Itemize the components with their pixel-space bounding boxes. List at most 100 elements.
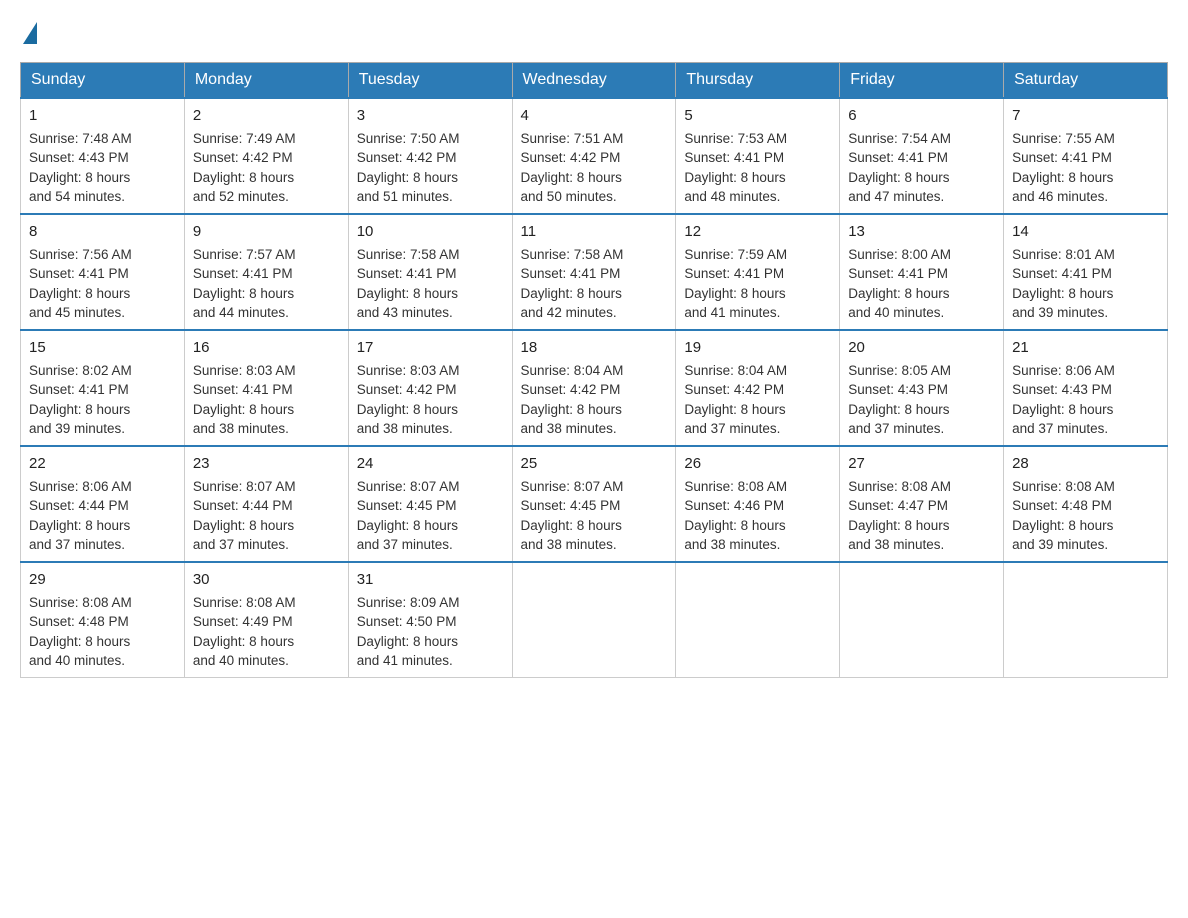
column-header-sunday: Sunday <box>21 63 185 99</box>
day-info: Sunrise: 7:48 AMSunset: 4:43 PMDaylight:… <box>29 131 132 205</box>
calendar-cell <box>512 562 676 678</box>
day-number: 30 <box>193 569 340 591</box>
calendar-table: SundayMondayTuesdayWednesdayThursdayFrid… <box>20 62 1168 678</box>
day-number: 17 <box>357 337 504 359</box>
calendar-cell: 21Sunrise: 8:06 AMSunset: 4:43 PMDayligh… <box>1004 330 1168 446</box>
day-info: Sunrise: 8:02 AMSunset: 4:41 PMDaylight:… <box>29 363 132 437</box>
calendar-cell: 23 Sunrise: 8:07 AMSunset: 4:44 PMDayligh… <box>184 446 348 562</box>
calendar-cell <box>676 562 840 678</box>
day-info: Sunrise: 8:09 AMSunset: 4:50 PMDaylight:… <box>357 595 460 669</box>
calendar-cell <box>840 562 1004 678</box>
week-row-5: 29Sunrise: 8:08 AMSunset: 4:48 PMDayligh… <box>21 562 1168 678</box>
day-info: Sunrise: 8:08 AMSunset: 4:48 PMDaylight:… <box>29 595 132 669</box>
header-row: SundayMondayTuesdayWednesdayThursdayFrid… <box>21 63 1168 99</box>
week-row-4: 22Sunrise: 8:06 AMSunset: 4:44 PMDayligh… <box>21 446 1168 562</box>
calendar-cell: 24 Sunrise: 8:07 AMSunset: 4:45 PMDayligh… <box>348 446 512 562</box>
day-info: Sunrise: 8:07 AMSunset: 4:44 PMDaylight:… <box>193 479 296 553</box>
day-info: Sunrise: 7:59 AMSunset: 4:41 PMDaylight:… <box>684 247 787 321</box>
day-number: 6 <box>848 105 995 127</box>
calendar-cell: 22Sunrise: 8:06 AMSunset: 4:44 PMDayligh… <box>21 446 185 562</box>
calendar-cell: 4 Sunrise: 7:51 AMSunset: 4:42 PMDaylight… <box>512 98 676 214</box>
calendar-cell: 12Sunrise: 7:59 AMSunset: 4:41 PMDayligh… <box>676 214 840 330</box>
day-number: 4 <box>521 105 668 127</box>
day-number: 13 <box>848 221 995 243</box>
day-number: 3 <box>357 105 504 127</box>
calendar-cell: 6 Sunrise: 7:54 AMSunset: 4:41 PMDaylight… <box>840 98 1004 214</box>
day-number: 9 <box>193 221 340 243</box>
day-info: Sunrise: 7:56 AMSunset: 4:41 PMDaylight:… <box>29 247 132 321</box>
calendar-cell: 8 Sunrise: 7:56 AMSunset: 4:41 PMDaylight… <box>21 214 185 330</box>
column-header-friday: Friday <box>840 63 1004 99</box>
day-info: Sunrise: 7:50 AMSunset: 4:42 PMDaylight:… <box>357 131 460 205</box>
calendar-cell: 11 Sunrise: 7:58 AMSunset: 4:41 PMDayligh… <box>512 214 676 330</box>
column-header-wednesday: Wednesday <box>512 63 676 99</box>
calendar-cell: 9 Sunrise: 7:57 AMSunset: 4:41 PMDaylight… <box>184 214 348 330</box>
calendar-cell: 15 Sunrise: 8:02 AMSunset: 4:41 PMDayligh… <box>21 330 185 446</box>
day-info: Sunrise: 7:55 AMSunset: 4:41 PMDaylight:… <box>1012 131 1115 205</box>
logo-triangle-icon <box>23 22 37 44</box>
page-header <box>20 20 1168 42</box>
day-info: Sunrise: 8:03 AMSunset: 4:41 PMDaylight:… <box>193 363 296 437</box>
calendar-cell: 18 Sunrise: 8:04 AMSunset: 4:42 PMDayligh… <box>512 330 676 446</box>
calendar-cell: 2Sunrise: 7:49 AMSunset: 4:42 PMDaylight… <box>184 98 348 214</box>
day-info: Sunrise: 8:08 AMSunset: 4:46 PMDaylight:… <box>684 479 787 553</box>
logo <box>20 20 37 42</box>
day-number: 15 <box>29 337 176 359</box>
day-info: Sunrise: 7:57 AMSunset: 4:41 PMDaylight:… <box>193 247 296 321</box>
column-header-thursday: Thursday <box>676 63 840 99</box>
day-info: Sunrise: 7:54 AMSunset: 4:41 PMDaylight:… <box>848 131 951 205</box>
calendar-cell: 14Sunrise: 8:01 AMSunset: 4:41 PMDayligh… <box>1004 214 1168 330</box>
calendar-cell: 30Sunrise: 8:08 AMSunset: 4:49 PMDayligh… <box>184 562 348 678</box>
day-number: 27 <box>848 453 995 475</box>
calendar-cell: 3 Sunrise: 7:50 AMSunset: 4:42 PMDaylight… <box>348 98 512 214</box>
day-number: 10 <box>357 221 504 243</box>
day-number: 14 <box>1012 221 1159 243</box>
column-header-tuesday: Tuesday <box>348 63 512 99</box>
day-number: 23 <box>193 453 340 475</box>
day-number: 1 <box>29 105 176 127</box>
calendar-cell: 1 Sunrise: 7:48 AMSunset: 4:43 PMDaylight… <box>21 98 185 214</box>
day-info: Sunrise: 8:04 AMSunset: 4:42 PMDaylight:… <box>684 363 787 437</box>
day-info: Sunrise: 8:03 AMSunset: 4:42 PMDaylight:… <box>357 363 460 437</box>
calendar-cell: 31 Sunrise: 8:09 AMSunset: 4:50 PMDayligh… <box>348 562 512 678</box>
day-number: 2 <box>193 105 340 127</box>
calendar-cell: 7 Sunrise: 7:55 AMSunset: 4:41 PMDaylight… <box>1004 98 1168 214</box>
day-number: 19 <box>684 337 831 359</box>
day-number: 31 <box>357 569 504 591</box>
calendar-cell: 16 Sunrise: 8:03 AMSunset: 4:41 PMDayligh… <box>184 330 348 446</box>
week-row-2: 8 Sunrise: 7:56 AMSunset: 4:41 PMDaylight… <box>21 214 1168 330</box>
day-info: Sunrise: 8:08 AMSunset: 4:48 PMDaylight:… <box>1012 479 1115 553</box>
day-number: 11 <box>521 221 668 243</box>
calendar-cell: 26 Sunrise: 8:08 AMSunset: 4:46 PMDayligh… <box>676 446 840 562</box>
day-info: Sunrise: 7:51 AMSunset: 4:42 PMDaylight:… <box>521 131 624 205</box>
calendar-cell: 13 Sunrise: 8:00 AMSunset: 4:41 PMDayligh… <box>840 214 1004 330</box>
calendar-cell: 27 Sunrise: 8:08 AMSunset: 4:47 PMDayligh… <box>840 446 1004 562</box>
day-number: 18 <box>521 337 668 359</box>
day-info: Sunrise: 8:08 AMSunset: 4:47 PMDaylight:… <box>848 479 951 553</box>
day-info: Sunrise: 7:58 AMSunset: 4:41 PMDaylight:… <box>521 247 624 321</box>
day-info: Sunrise: 8:06 AMSunset: 4:43 PMDaylight:… <box>1012 363 1115 437</box>
day-info: Sunrise: 8:07 AMSunset: 4:45 PMDaylight:… <box>357 479 460 553</box>
day-number: 8 <box>29 221 176 243</box>
day-info: Sunrise: 8:06 AMSunset: 4:44 PMDaylight:… <box>29 479 132 553</box>
calendar-cell: 25 Sunrise: 8:07 AMSunset: 4:45 PMDayligh… <box>512 446 676 562</box>
day-info: Sunrise: 7:58 AMSunset: 4:41 PMDaylight:… <box>357 247 460 321</box>
day-number: 7 <box>1012 105 1159 127</box>
week-row-3: 15 Sunrise: 8:02 AMSunset: 4:41 PMDayligh… <box>21 330 1168 446</box>
day-number: 24 <box>357 453 504 475</box>
day-info: Sunrise: 8:00 AMSunset: 4:41 PMDaylight:… <box>848 247 951 321</box>
calendar-cell: 5Sunrise: 7:53 AMSunset: 4:41 PMDaylight… <box>676 98 840 214</box>
calendar-cell: 10 Sunrise: 7:58 AMSunset: 4:41 PMDayligh… <box>348 214 512 330</box>
day-number: 25 <box>521 453 668 475</box>
week-row-1: 1 Sunrise: 7:48 AMSunset: 4:43 PMDaylight… <box>21 98 1168 214</box>
day-number: 5 <box>684 105 831 127</box>
calendar-cell: 17 Sunrise: 8:03 AMSunset: 4:42 PMDayligh… <box>348 330 512 446</box>
column-header-monday: Monday <box>184 63 348 99</box>
day-number: 28 <box>1012 453 1159 475</box>
calendar-cell: 28 Sunrise: 8:08 AMSunset: 4:48 PMDayligh… <box>1004 446 1168 562</box>
calendar-cell: 29Sunrise: 8:08 AMSunset: 4:48 PMDayligh… <box>21 562 185 678</box>
day-info: Sunrise: 8:04 AMSunset: 4:42 PMDaylight:… <box>521 363 624 437</box>
day-number: 26 <box>684 453 831 475</box>
day-number: 16 <box>193 337 340 359</box>
day-info: Sunrise: 8:07 AMSunset: 4:45 PMDaylight:… <box>521 479 624 553</box>
